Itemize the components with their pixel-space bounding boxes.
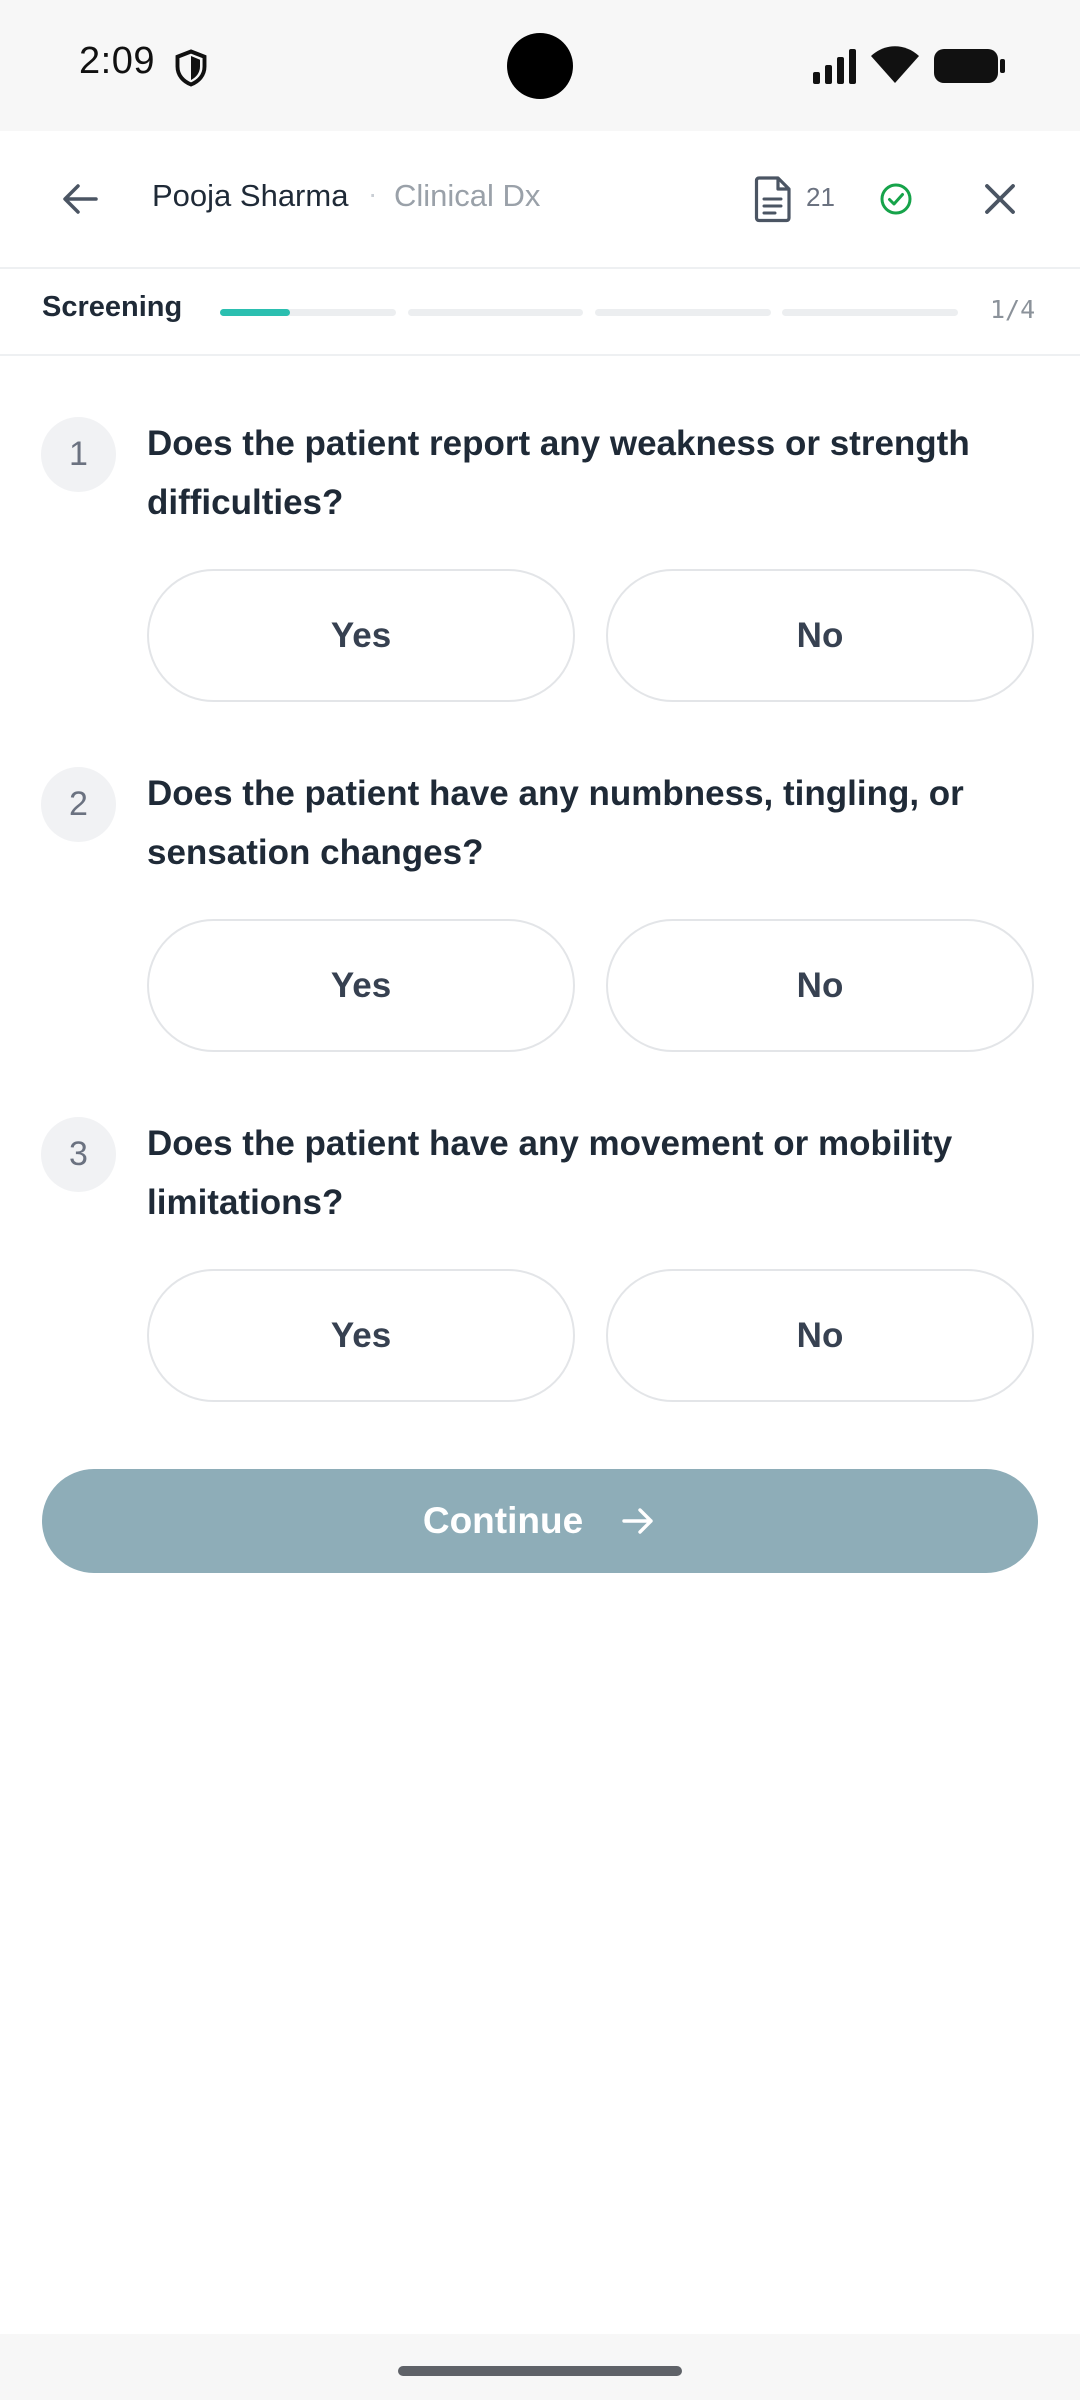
arrow-right-icon	[622, 1508, 653, 1534]
progress-segment-2	[408, 309, 583, 316]
progress-segment-3	[595, 309, 771, 316]
signal-icon	[813, 49, 856, 84]
yes-button[interactable]: Yes	[147, 919, 575, 1052]
step-count: 1/4	[990, 295, 1036, 324]
context-label: Clinical Dx	[394, 178, 541, 213]
patient-name: Pooja Sharma	[152, 178, 349, 213]
progress-section: Screening 1/4	[0, 269, 1080, 356]
yes-button[interactable]: Yes	[147, 1269, 575, 1402]
shield-icon	[175, 49, 207, 87]
no-button[interactable]: No	[606, 919, 1034, 1052]
continue-label: Continue	[422, 1500, 584, 1541]
check-circle-icon	[880, 183, 912, 215]
step-label: Screening	[42, 291, 183, 323]
battery-icon	[934, 49, 1005, 83]
back-arrow-icon[interactable]	[56, 175, 104, 223]
yes-button[interactable]: Yes	[147, 569, 575, 702]
question-text: Does the patient have any movement or mo…	[147, 1124, 953, 1222]
wifi-icon	[871, 46, 919, 83]
question-text: Does the patient have any numbness, ting…	[147, 774, 964, 872]
no-button[interactable]: No	[606, 569, 1034, 702]
app-header: Pooja Sharma · Clinical Dx 21	[0, 131, 1080, 269]
question-number: 2	[41, 767, 116, 842]
no-button[interactable]: No	[606, 1269, 1034, 1402]
progress-segment-1	[220, 309, 396, 316]
progress-segment-fill	[220, 309, 291, 316]
status-time: 2:09	[79, 40, 155, 82]
status-bar: 2:09	[0, 0, 1080, 131]
question-number: 3	[41, 1117, 116, 1192]
close-icon[interactable]	[976, 175, 1024, 223]
gesture-nav-bar	[0, 2334, 1080, 2400]
front-camera	[507, 33, 573, 99]
document-icon[interactable]	[753, 175, 793, 223]
document-count: 21	[806, 182, 835, 212]
progress-segment-4	[782, 309, 958, 316]
continue-button[interactable]: Continue	[42, 1469, 1038, 1573]
header-separator: ·	[368, 178, 378, 209]
question-number: 1	[41, 417, 116, 492]
question-text: Does the patient report any weakness or …	[147, 424, 970, 522]
home-indicator[interactable]	[398, 2366, 682, 2376]
